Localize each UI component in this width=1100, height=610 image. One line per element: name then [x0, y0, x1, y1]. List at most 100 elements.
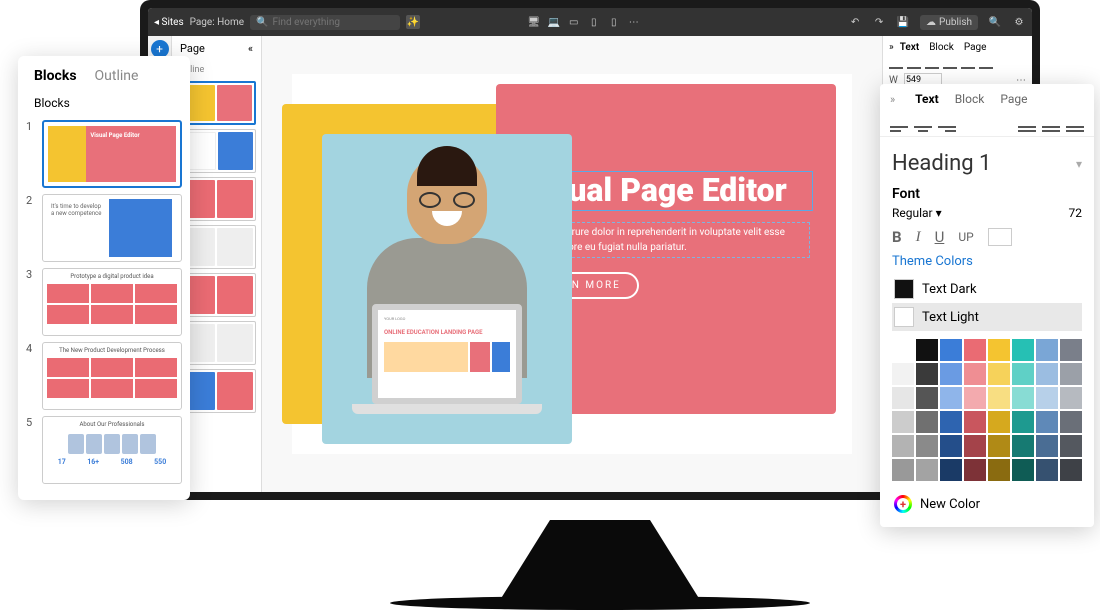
search-box[interactable]: 🔍 — [250, 15, 400, 30]
color-swatch[interactable] — [1060, 387, 1082, 409]
color-swatch[interactable] — [940, 459, 962, 481]
block-slide-1[interactable]: Visual Page Editor — [42, 120, 182, 188]
block-slide-4[interactable]: The New Product Development Process — [42, 342, 182, 410]
theme-text-dark[interactable]: Text Dark — [892, 275, 1082, 303]
tab-outline[interactable]: Outline — [95, 68, 139, 84]
color-swatch[interactable] — [892, 387, 914, 409]
tablet-portrait-icon[interactable]: ▯ — [587, 15, 601, 29]
page-breadcrumb[interactable]: Page: Home — [190, 17, 244, 28]
color-swatch[interactable] — [988, 363, 1010, 385]
uppercase-button[interactable]: UP — [958, 230, 973, 244]
person-image[interactable]: YOUR LOGO ONLINE EDUCATION LANDING PAGE — [322, 134, 572, 444]
color-swatch[interactable] — [988, 339, 1010, 361]
canvas[interactable]: Visual Page Editor Duis aute irure dolor… — [262, 36, 882, 492]
valign-mid-icon[interactable] — [1042, 118, 1060, 132]
color-swatch[interactable] — [1012, 387, 1034, 409]
color-swatch[interactable] — [1036, 387, 1058, 409]
color-swatch[interactable] — [940, 363, 962, 385]
color-swatch[interactable] — [916, 411, 938, 433]
underline-button[interactable]: U — [935, 228, 945, 246]
color-swatch[interactable] — [916, 435, 938, 457]
align-center-icon[interactable] — [914, 118, 932, 132]
color-swatch[interactable] — [916, 459, 938, 481]
new-color-button[interactable]: New Color — [892, 489, 1082, 519]
font-size-value[interactable]: 72 — [1069, 206, 1083, 220]
color-swatch[interactable] — [964, 339, 986, 361]
bold-button[interactable]: B — [892, 228, 902, 246]
phone-icon[interactable]: ▯ — [607, 15, 621, 29]
color-swatch[interactable] — [940, 387, 962, 409]
tablet-icon[interactable]: ▭ — [567, 15, 581, 29]
publish-button[interactable]: ☁ Publish — [920, 15, 978, 30]
theme-text-light[interactable]: Text Light — [892, 303, 1082, 331]
valign-top-icon[interactable] — [1018, 118, 1036, 132]
color-swatch[interactable] — [892, 411, 914, 433]
tab-page[interactable]: Page — [964, 42, 987, 53]
color-swatch[interactable] — [1060, 339, 1082, 361]
tab-text[interactable]: Text — [915, 92, 939, 106]
tab-block[interactable]: Block — [955, 92, 985, 106]
color-swatch[interactable] — [1036, 459, 1058, 481]
preview-icon[interactable]: 🔍 — [988, 15, 1002, 29]
color-swatch[interactable] — [1036, 363, 1058, 385]
sites-link[interactable]: ◂ Sites — [154, 17, 184, 28]
color-swatch[interactable] — [1036, 435, 1058, 457]
color-swatch[interactable] — [1012, 435, 1034, 457]
block-slide-3[interactable]: Prototype a digital product idea — [42, 268, 182, 336]
font-weight-select[interactable]: Regular ▾ — [892, 206, 942, 220]
color-swatch[interactable] — [988, 459, 1010, 481]
color-swatch[interactable] — [1060, 435, 1082, 457]
undo-icon[interactable]: ↶ — [848, 15, 862, 29]
settings-icon[interactable]: ⚙ — [1012, 15, 1026, 29]
color-swatch[interactable] — [916, 363, 938, 385]
color-swatch[interactable] — [1012, 411, 1034, 433]
color-swatch[interactable] — [940, 411, 962, 433]
color-swatch[interactable] — [1012, 363, 1034, 385]
search-input[interactable] — [273, 17, 395, 28]
color-swatch[interactable] — [1060, 363, 1082, 385]
redo-icon[interactable]: ↷ — [872, 15, 886, 29]
color-swatch[interactable] — [916, 387, 938, 409]
heading-select[interactable]: Heading 1 ▾ — [892, 145, 1082, 186]
color-swatch[interactable] — [964, 459, 986, 481]
align-right-icon[interactable] — [938, 118, 956, 132]
color-swatch[interactable] — [1060, 459, 1082, 481]
color-swatch[interactable] — [988, 435, 1010, 457]
more-devices-icon[interactable]: ⋯ — [627, 15, 641, 29]
collapse-icon[interactable]: « — [248, 42, 253, 55]
color-swatch[interactable] — [1012, 459, 1034, 481]
italic-button[interactable]: I — [916, 229, 921, 246]
color-swatch[interactable] — [916, 339, 938, 361]
save-icon[interactable]: 💾 — [896, 15, 910, 29]
collapse-icon[interactable]: » — [890, 93, 895, 106]
tab-page[interactable]: Page — [1000, 92, 1027, 106]
color-swatch[interactable] — [892, 339, 914, 361]
color-swatch[interactable] — [964, 411, 986, 433]
block-slide-5[interactable]: About Our Professionals 17 16+ 508 550 — [42, 416, 182, 484]
magic-icon[interactable]: ✨ — [406, 15, 420, 29]
tab-text[interactable]: Text — [900, 42, 920, 53]
color-swatch[interactable] — [1060, 411, 1082, 433]
align-controls[interactable] — [889, 59, 1026, 69]
desktop-icon[interactable]: 🖥 — [527, 15, 541, 29]
color-swatch[interactable] — [892, 363, 914, 385]
color-swatch[interactable] — [1012, 339, 1034, 361]
align-left-icon[interactable] — [890, 118, 908, 132]
color-swatch[interactable] — [892, 459, 914, 481]
block-slide-2[interactable]: It's time to develop a new competence — [42, 194, 182, 262]
text-color-swatch[interactable] — [988, 228, 1012, 246]
color-swatch[interactable] — [892, 435, 914, 457]
valign-bottom-icon[interactable] — [1066, 118, 1084, 132]
color-swatch[interactable] — [964, 387, 986, 409]
tab-block[interactable]: Block — [929, 42, 954, 53]
color-swatch[interactable] — [988, 387, 1010, 409]
color-swatch[interactable] — [1036, 339, 1058, 361]
expand-icon[interactable]: » — [889, 42, 894, 53]
color-swatch[interactable] — [988, 411, 1010, 433]
color-swatch[interactable] — [1036, 411, 1058, 433]
color-swatch[interactable] — [940, 339, 962, 361]
color-swatch[interactable] — [964, 363, 986, 385]
color-swatch[interactable] — [940, 435, 962, 457]
tab-blocks[interactable]: Blocks — [34, 68, 77, 84]
laptop-icon[interactable]: 💻 — [547, 15, 561, 29]
